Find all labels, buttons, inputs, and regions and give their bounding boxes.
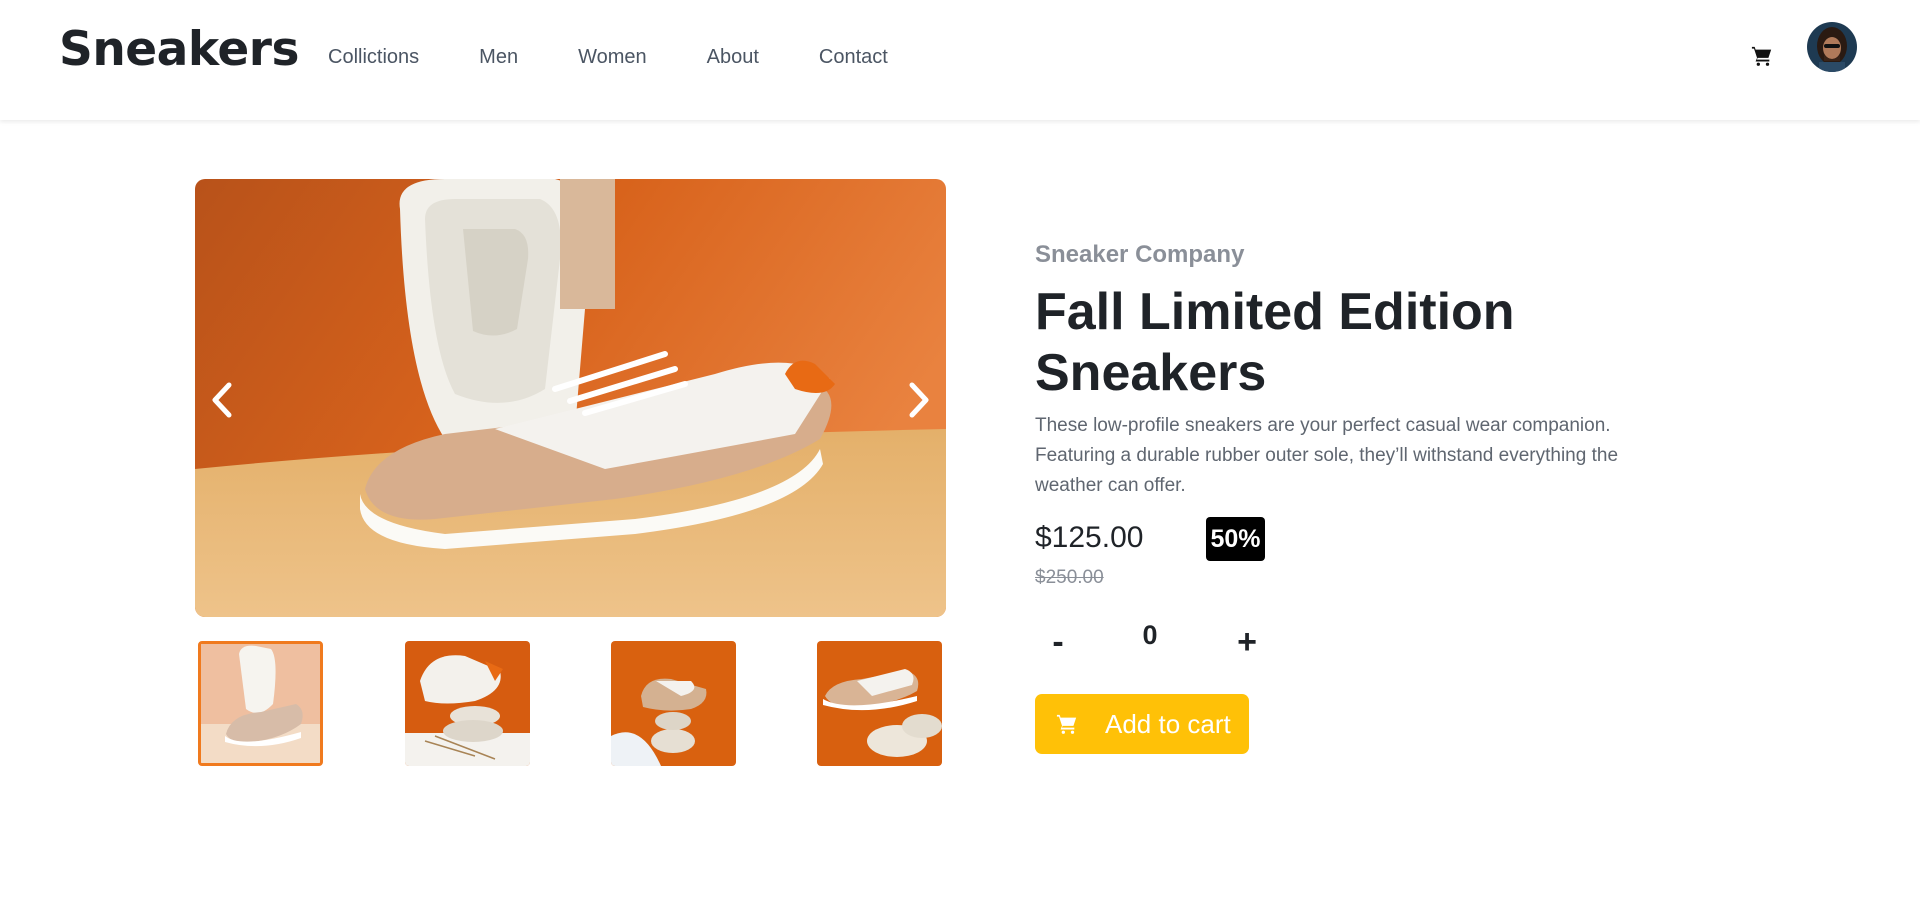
logo[interactable]: Sneakers	[59, 22, 299, 77]
add-to-cart-button[interactable]: Add to cart	[1035, 694, 1249, 754]
nav-link-contact[interactable]: Contact	[819, 46, 888, 69]
original-price: $250.00	[1035, 567, 1104, 588]
thumbnail-3[interactable]	[611, 641, 736, 766]
thumbnail-2[interactable]	[405, 641, 530, 766]
thumbnail-1-image	[201, 644, 320, 763]
thumbnail-4-image	[817, 641, 942, 766]
avatar[interactable]	[1807, 22, 1857, 72]
product-title: Fall Limited Edition Sneakers	[1035, 283, 1515, 402]
thumbnail-1[interactable]	[198, 641, 323, 766]
nav-link-about[interactable]: About	[707, 46, 759, 69]
nav-link-collections[interactable]: Collictions	[328, 46, 419, 69]
quantity-decrease-button[interactable]: -	[1038, 619, 1078, 665]
thumbnail-4[interactable]	[817, 641, 942, 766]
discount-badge: 50%	[1206, 517, 1265, 561]
current-price: $125.00	[1035, 521, 1144, 554]
chevron-left-icon[interactable]	[203, 375, 243, 425]
main-nav: Collictions Men Women About Contact	[328, 46, 948, 69]
quantity-increase-button[interactable]: +	[1227, 619, 1267, 665]
thumbnail-3-image	[611, 641, 736, 766]
nav-link-men[interactable]: Men	[479, 46, 518, 69]
product-description: These low-profile sneakers are your perf…	[1035, 415, 1619, 496]
add-to-cart-label: Add to cart	[1105, 708, 1231, 739]
sneaker-photo	[195, 179, 946, 617]
chevron-right-icon[interactable]	[898, 375, 938, 425]
company-name: Sneaker Company	[1035, 241, 1245, 268]
cart-icon[interactable]	[1751, 45, 1773, 67]
avatar-image	[1807, 22, 1857, 72]
quantity-value: 0	[1142, 620, 1158, 650]
thumbnail-strip	[198, 641, 944, 766]
site-header: Sneakers Collictions Men Women About Con…	[0, 0, 1920, 120]
nav-link-women[interactable]: Women	[578, 46, 647, 69]
cart-icon	[1056, 714, 1077, 734]
thumbnail-2-image	[405, 641, 530, 766]
main-product-image	[195, 179, 946, 617]
